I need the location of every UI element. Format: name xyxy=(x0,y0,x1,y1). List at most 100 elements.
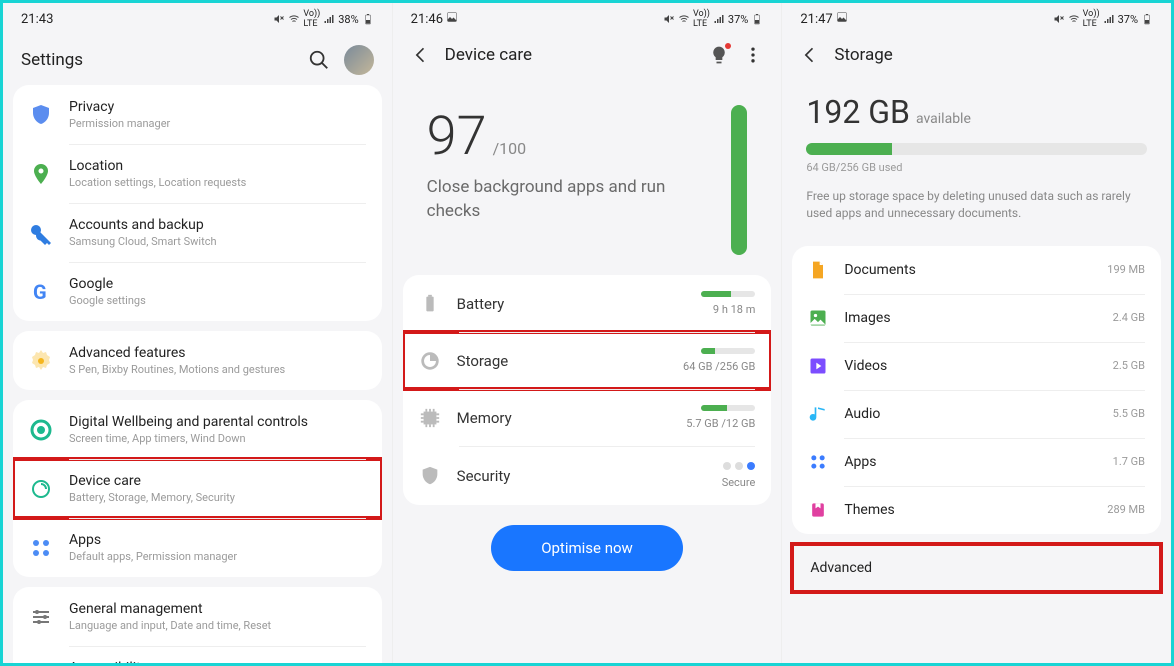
status-bar: 21:43 Vo))LTE 38% xyxy=(3,3,392,35)
app-bar: Device care xyxy=(393,35,782,75)
vid-icon xyxy=(808,356,828,376)
care-row-label: Memory xyxy=(457,409,671,427)
tips-icon[interactable] xyxy=(709,45,729,65)
svg-text:G: G xyxy=(33,280,47,304)
image-icon xyxy=(446,11,458,23)
row-sub: Language and input, Date and time, Reset xyxy=(69,619,366,632)
img-icon xyxy=(808,308,828,328)
settings-row-accounts-and-backup[interactable]: Accounts and backup Samsung Cloud, Smart… xyxy=(13,203,382,262)
settings-row-digital-wellbeing-and-parental-controls[interactable]: Digital Wellbeing and parental controls … xyxy=(13,400,382,459)
app-bar: Settings xyxy=(3,35,392,85)
storage-icon xyxy=(419,350,441,372)
care-row-battery[interactable]: Battery 9 h 18 m xyxy=(403,275,772,332)
settings-row-general-management[interactable]: General management Language and input, D… xyxy=(13,587,382,646)
screen-device-care: 21:46 Vo))LTE 37% Device care 97 /100 xyxy=(392,3,782,663)
storage-row-images[interactable]: Images 2.4 GB xyxy=(792,294,1161,342)
row-label: Location xyxy=(69,158,366,174)
status-icons: Vo))LTE 37% xyxy=(1053,9,1153,29)
theme-icon xyxy=(808,500,828,520)
care-message: Close background apps and run checks xyxy=(427,176,722,224)
optimise-button[interactable]: Optimise now xyxy=(491,525,683,571)
care-row-storage[interactable]: Storage 64 GB /256 GB xyxy=(403,332,772,389)
care-score: 97 xyxy=(427,105,487,168)
storage-used: 64 GB/256 GB used xyxy=(806,161,1147,174)
settings-row-privacy[interactable]: Privacy Permission manager xyxy=(13,85,382,144)
storage-row-label: Apps xyxy=(844,454,1096,470)
apps-icon xyxy=(808,452,828,472)
back-icon[interactable] xyxy=(411,45,431,65)
storage-row-apps[interactable]: Apps 1.7 GB xyxy=(792,438,1161,486)
aud-icon xyxy=(808,404,828,424)
avatar[interactable] xyxy=(344,45,374,75)
storage-row-themes[interactable]: Themes 289 MB xyxy=(792,486,1161,534)
care-score-bar xyxy=(731,105,747,255)
battery-icon xyxy=(419,293,441,315)
storage-bar xyxy=(806,143,1147,155)
wifi-icon xyxy=(288,13,300,25)
row-label: Apps xyxy=(69,532,366,548)
care-row-label: Security xyxy=(457,467,706,485)
row-label: Advanced features xyxy=(69,345,366,361)
row-label: Digital Wellbeing and parental controls xyxy=(69,414,366,430)
status-bar: 21:46 Vo))LTE 37% xyxy=(393,3,782,35)
care-row-security[interactable]: Security Secure xyxy=(403,446,772,505)
app-bar: Storage xyxy=(782,35,1171,75)
shield-icon xyxy=(29,103,53,127)
storage-hero: 192 GB available 64 GB/256 GB used Free … xyxy=(792,75,1161,246)
storage-row-size: 289 MB xyxy=(1107,503,1145,516)
doc-icon xyxy=(808,260,828,280)
security-icon xyxy=(419,465,441,487)
mini-bar xyxy=(701,291,755,297)
back-icon[interactable] xyxy=(800,45,820,65)
signal-icon xyxy=(713,13,725,25)
row-sub: Default apps, Permission manager xyxy=(69,550,366,563)
status-time: 21:46 xyxy=(411,12,443,27)
security-dots xyxy=(723,462,755,470)
row-label: General management xyxy=(69,601,366,617)
row-sub: Location settings, Location requests xyxy=(69,176,366,189)
key-icon xyxy=(29,221,53,245)
storage-row-videos[interactable]: Videos 2.5 GB xyxy=(792,342,1161,390)
page-title: Device care xyxy=(445,45,532,65)
pin-icon xyxy=(29,162,53,186)
row-sub: Permission manager xyxy=(69,117,366,130)
mini-bar xyxy=(701,405,755,411)
wifi-icon xyxy=(678,13,690,25)
care-icon xyxy=(29,477,53,501)
status-time: 21:47 xyxy=(800,12,832,27)
row-label: Accessibility xyxy=(69,660,366,663)
search-icon[interactable] xyxy=(308,49,330,71)
image-icon xyxy=(836,11,848,23)
settings-row-accessibility[interactable]: Accessibility Voice Assistant, Mono audi… xyxy=(13,646,382,663)
storage-row-size: 5.5 GB xyxy=(1113,407,1145,420)
storage-row-documents[interactable]: Documents 199 MB xyxy=(792,246,1161,294)
settings-row-google[interactable]: G Google Google settings xyxy=(13,262,382,321)
storage-row-audio[interactable]: Audio 5.5 GB xyxy=(792,390,1161,438)
storage-row-size: 2.5 GB xyxy=(1113,359,1145,372)
signal-icon xyxy=(323,13,335,25)
battery-icon xyxy=(362,13,374,25)
settings-row-advanced-features[interactable]: Advanced features S Pen, Bixby Routines,… xyxy=(13,331,382,390)
mini-bar xyxy=(701,348,755,354)
mute-icon xyxy=(663,13,675,25)
row-sub: Screen time, App timers, Wind Down xyxy=(69,432,366,445)
row-sub: Battery, Storage, Memory, Security xyxy=(69,491,366,504)
memory-icon xyxy=(419,407,441,429)
status-icons: Vo))LTE 37% xyxy=(663,9,763,29)
status-icons: Vo))LTE 38% xyxy=(273,9,373,29)
wifi-icon xyxy=(1068,13,1080,25)
settings-row-apps[interactable]: Apps Default apps, Permission manager xyxy=(13,518,382,577)
storage-row-label: Themes xyxy=(844,502,1091,518)
storage-row-size: 1.7 GB xyxy=(1113,455,1145,468)
storage-advanced[interactable]: Advanced xyxy=(792,544,1161,592)
signal-icon xyxy=(1103,13,1115,25)
care-row-label: Storage xyxy=(457,352,667,370)
care-row-memory[interactable]: Memory 5.7 GB /12 GB xyxy=(403,389,772,446)
storage-row-label: Images xyxy=(844,310,1096,326)
settings-row-location[interactable]: Location Location settings, Location req… xyxy=(13,144,382,203)
settings-row-device-care[interactable]: Device care Battery, Storage, Memory, Se… xyxy=(13,459,382,518)
battery-icon xyxy=(751,13,763,25)
page-title: Storage xyxy=(834,45,892,65)
wellbeing-icon xyxy=(29,418,53,442)
more-icon[interactable] xyxy=(743,45,763,65)
